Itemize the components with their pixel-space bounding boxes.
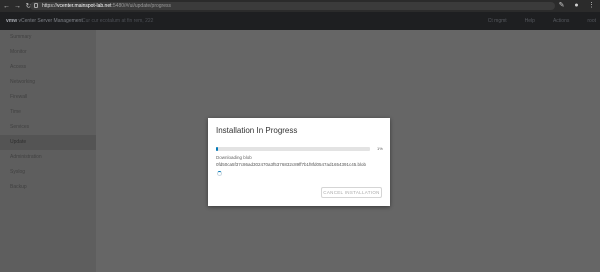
- url-text: https://vcenter.mainspot-lab.net:5480/#/…: [42, 2, 171, 10]
- header-center-text: Cur cur ecotalum at fin rem, 222: [82, 18, 154, 24]
- sidebar: Summary Monitor Access Networking Firewa…: [0, 30, 96, 272]
- menu-icon[interactable]: ⋮: [587, 1, 596, 10]
- browser-actions: ✎ ● ⋮: [557, 1, 596, 10]
- sidebar-item-services[interactable]: Services: [0, 120, 96, 135]
- progress-bar: [216, 147, 370, 151]
- address-bar[interactable]: https://vcenter.mainspot-lab.net:5480/#/…: [30, 2, 555, 10]
- url-prefix: https://: [42, 3, 58, 9]
- url-path: :5480/#/ui/update/progress: [111, 3, 172, 9]
- loading-spinner-icon: [217, 171, 222, 176]
- header-menu-item-user[interactable]: root: [587, 17, 596, 25]
- sidebar-item-syslog[interactable]: Syslog: [0, 165, 96, 180]
- header-menu-item-help[interactable]: Help: [525, 17, 535, 25]
- back-icon[interactable]: ←: [2, 2, 11, 11]
- sidebar-item-monitor[interactable]: Monitor: [0, 45, 96, 60]
- progress-percent: 1%: [377, 146, 383, 151]
- sidebar-item-networking[interactable]: Networking: [0, 75, 96, 90]
- browser-toolbar: ← → ↻ https://vcenter.mainspot-lab.net:5…: [0, 0, 600, 12]
- sidebar-item-summary[interactable]: Summary: [0, 30, 96, 45]
- app-logo: vmw: [6, 18, 18, 24]
- cancel-installation-button[interactable]: CANCEL INSTALLATION: [321, 187, 382, 198]
- url-host: vcenter.mainspot-lab.net: [57, 3, 112, 9]
- status-text: Downloading blob: [216, 155, 252, 160]
- header-menu: Ct mgmt Help Actions root: [488, 17, 596, 25]
- sidebar-item-update[interactable]: Update: [0, 135, 96, 150]
- sidebar-item-administration[interactable]: Administration: [0, 150, 96, 165]
- sidebar-item-firewall[interactable]: Firewall: [0, 90, 96, 105]
- profile-icon[interactable]: ●: [572, 1, 581, 10]
- header-menu-item-ctmgmt[interactable]: Ct mgmt: [488, 17, 507, 25]
- extensions-icon[interactable]: ✎: [557, 1, 566, 10]
- app-header: vmw vCenter Server Management Cur cur ec…: [0, 12, 600, 30]
- sidebar-item-backup[interactable]: Backup: [0, 180, 96, 195]
- sidebar-item-access[interactable]: Access: [0, 60, 96, 75]
- app-title-text: vCenter Server Management: [18, 18, 83, 24]
- lock-icon: [34, 3, 38, 8]
- app-title: vmw vCenter Server Management: [6, 17, 83, 25]
- progress-fill: [216, 147, 218, 151]
- dialog-title: Installation In Progress: [216, 126, 298, 135]
- installation-progress-dialog: Installation In Progress 1% Downloading …: [208, 118, 390, 206]
- sidebar-item-time[interactable]: Time: [0, 105, 96, 120]
- blob-hash-text: 0fd50ca5f37c86ad302470a3f5376832c89ff7b1…: [216, 162, 367, 167]
- forward-icon[interactable]: →: [13, 2, 22, 11]
- header-menu-item-actions[interactable]: Actions: [553, 17, 569, 25]
